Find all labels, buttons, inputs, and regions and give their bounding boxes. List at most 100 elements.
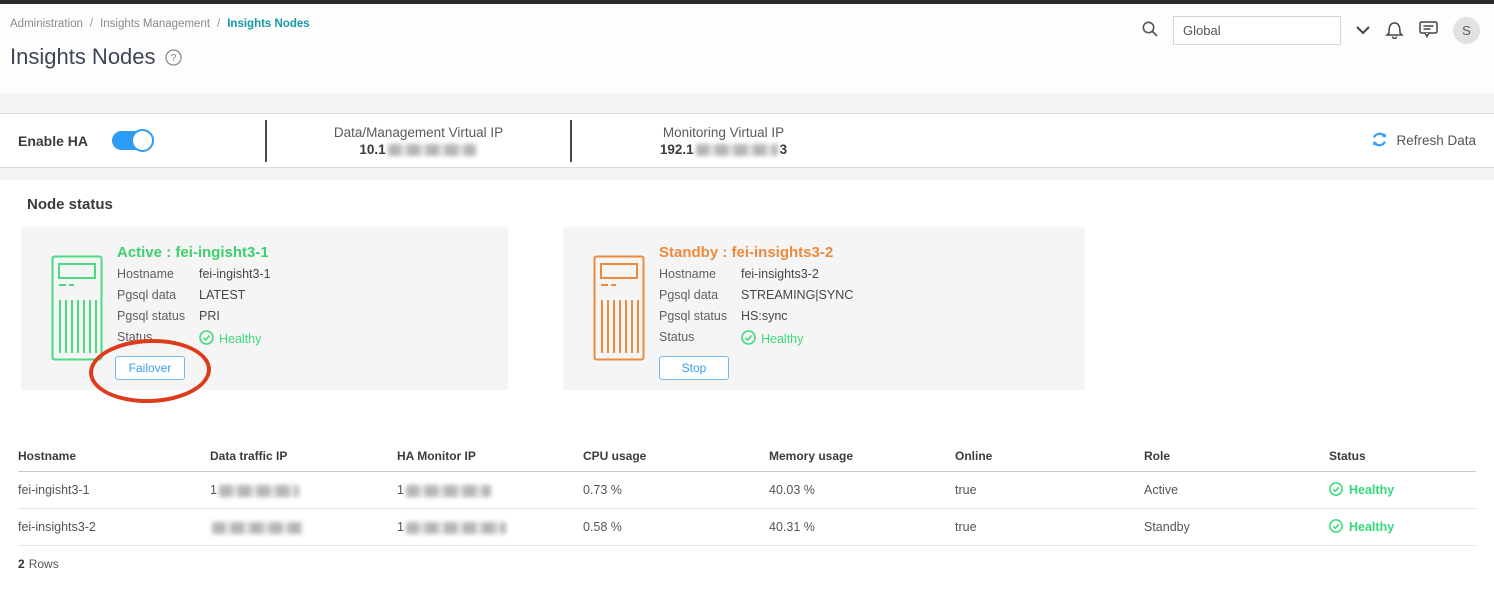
- vip-label: Data/Management Virtual IP: [267, 125, 570, 140]
- node-status-heading: Node status: [18, 180, 1476, 227]
- cell-status: Healthy: [1329, 482, 1476, 499]
- breadcrumb-separator: /: [217, 18, 220, 30]
- bell-icon: [1385, 19, 1404, 42]
- field-value: fei-ingisht3-1: [199, 267, 271, 281]
- feedback-button[interactable]: [1418, 20, 1439, 42]
- monitoring-vip: Monitoring Virtual IP 192.13: [572, 125, 875, 157]
- field-label: Pgsql status: [659, 309, 741, 323]
- cell-hostname: fei-insights3-2: [18, 520, 210, 534]
- standby-node-card: Standby : fei-insights3-2 Hostnamefei-in…: [563, 227, 1085, 390]
- cell-cpu: 0.73 %: [583, 483, 769, 497]
- row-count-label: Rows: [29, 557, 59, 571]
- redacted-ip: [388, 144, 476, 156]
- table-header-row: Hostname Data traffic IP HA Monitor IP C…: [18, 441, 1476, 472]
- cell-data-traffic-ip: [210, 520, 397, 534]
- cell-online: true: [955, 520, 1144, 534]
- col-status: Status: [1329, 449, 1476, 463]
- main-content: Node status Active : fei-ingisht3-1 Host…: [0, 180, 1494, 582]
- ha-settings-bar: Enable HA Data/Management Virtual IP 10.…: [0, 113, 1494, 168]
- refresh-data-button[interactable]: Refresh Data: [1371, 131, 1476, 151]
- active-node-card: Active : fei-ingisht3-1 Hostnamefei-ingi…: [21, 227, 508, 390]
- node-health-status: Healthy: [741, 330, 803, 348]
- col-data-traffic-ip: Data traffic IP: [210, 449, 397, 463]
- search-button[interactable]: [1141, 20, 1159, 41]
- search-icon: [1141, 20, 1159, 41]
- table-row[interactable]: fei-insights3-2 1 0.58 % 40.31 % true St…: [18, 509, 1476, 546]
- table-row[interactable]: fei-ingisht3-1 1 1 0.73 % 40.03 % true A…: [18, 472, 1476, 509]
- server-tower-icon: [593, 255, 645, 380]
- vip-label: Monitoring Virtual IP: [572, 125, 875, 140]
- nodes-table: Hostname Data traffic IP HA Monitor IP C…: [18, 441, 1476, 582]
- field-value: LATEST: [199, 288, 245, 302]
- field-label: Pgsql data: [117, 288, 199, 302]
- node-health-status: Healthy: [199, 330, 261, 348]
- col-memory-usage: Memory usage: [769, 449, 955, 463]
- chevron-down-icon: [1355, 23, 1371, 38]
- table-footer: 2 Rows: [18, 546, 1476, 582]
- field-value: HS:sync: [741, 309, 788, 323]
- status-label: Status: [659, 330, 741, 348]
- status-label: Status: [117, 330, 199, 348]
- data-management-vip: Data/Management Virtual IP 10.1: [267, 125, 570, 157]
- chat-icon: [1418, 20, 1439, 42]
- cell-data-traffic-ip: 1: [210, 483, 397, 497]
- enable-ha-label: Enable HA: [18, 133, 88, 149]
- row-count: 2: [18, 557, 25, 571]
- breadcrumb-insights-management[interactable]: Insights Management: [100, 18, 210, 30]
- refresh-label: Refresh Data: [1396, 133, 1476, 148]
- col-cpu-usage: CPU usage: [583, 449, 769, 463]
- cell-memory: 40.31 %: [769, 520, 955, 534]
- redacted-ip: [696, 144, 778, 156]
- breadcrumb-administration[interactable]: Administration: [10, 18, 83, 30]
- cell-hostname: fei-ingisht3-1: [18, 483, 210, 497]
- server-tower-icon: [51, 255, 103, 380]
- field-value: fei-insights3-2: [741, 267, 819, 281]
- avatar-initial: S: [1462, 23, 1471, 38]
- spacer-band: [0, 168, 1494, 180]
- field-value: PRI: [199, 309, 220, 323]
- spacer-band: [0, 93, 1494, 113]
- scope-input[interactable]: [1173, 16, 1341, 45]
- col-ha-monitor-ip: HA Monitor IP: [397, 449, 583, 463]
- cell-status: Healthy: [1329, 519, 1476, 536]
- breadcrumb-insights-nodes: Insights Nodes: [227, 18, 309, 30]
- check-circle-icon: [1329, 519, 1343, 536]
- cell-ha-monitor-ip: 1: [397, 520, 583, 534]
- enable-ha-toggle[interactable]: [112, 131, 152, 150]
- redacted-ip: [406, 485, 491, 497]
- help-icon[interactable]: ?: [165, 49, 182, 66]
- standby-card-title: Standby : fei-insights3-2: [659, 244, 853, 261]
- cell-role: Active: [1144, 483, 1329, 497]
- col-hostname: Hostname: [18, 449, 210, 463]
- refresh-icon: [1371, 131, 1388, 151]
- field-label: Hostname: [117, 267, 199, 281]
- breadcrumb-separator: /: [90, 18, 93, 30]
- page-title: Insights Nodes: [10, 44, 156, 70]
- check-circle-icon: [1329, 482, 1343, 499]
- field-label: Hostname: [659, 267, 741, 281]
- cell-memory: 40.03 %: [769, 483, 955, 497]
- redacted-ip: [406, 522, 506, 534]
- col-online: Online: [955, 449, 1144, 463]
- cell-ha-monitor-ip: 1: [397, 483, 583, 497]
- check-circle-icon: [741, 330, 756, 348]
- stop-button[interactable]: Stop: [659, 356, 729, 380]
- page-header: Administration / Insights Management / I…: [0, 4, 1494, 93]
- svg-text:?: ?: [170, 53, 176, 64]
- vip-value: 192.13: [572, 142, 875, 157]
- col-role: Role: [1144, 449, 1329, 463]
- redacted-ip: [212, 522, 302, 534]
- notifications-button[interactable]: [1385, 19, 1404, 42]
- cell-role: Standby: [1144, 520, 1329, 534]
- field-value: STREAMING|SYNC: [741, 288, 853, 302]
- vip-value: 10.1: [267, 142, 570, 157]
- failover-button[interactable]: Failover: [115, 356, 185, 380]
- field-label: Pgsql status: [117, 309, 199, 323]
- user-avatar[interactable]: S: [1453, 17, 1480, 44]
- cell-cpu: 0.58 %: [583, 520, 769, 534]
- scope-dropdown-button[interactable]: [1355, 23, 1371, 38]
- active-card-title: Active : fei-ingisht3-1: [117, 244, 271, 261]
- field-label: Pgsql data: [659, 288, 741, 302]
- check-circle-icon: [199, 330, 214, 348]
- cell-online: true: [955, 483, 1144, 497]
